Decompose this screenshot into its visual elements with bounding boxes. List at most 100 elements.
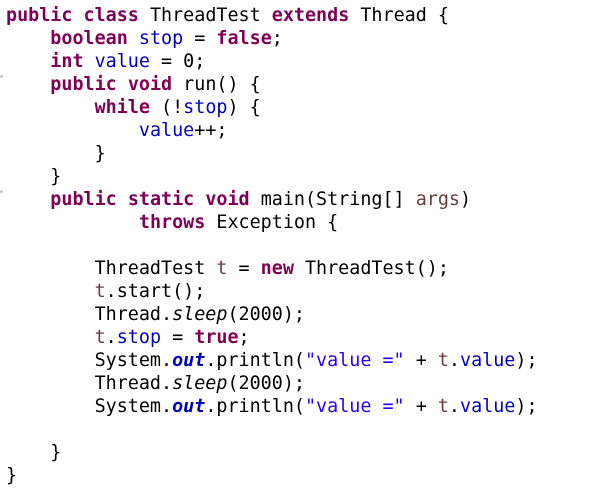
fold-marker-icon[interactable] xyxy=(0,190,3,193)
code-line[interactable]: ​ xyxy=(6,234,538,257)
keyword-token: true xyxy=(194,327,239,348)
field-token: stop xyxy=(116,327,162,348)
plain-token: run() { xyxy=(172,74,261,95)
plain-token: .start(); xyxy=(105,281,206,302)
plain-token: + xyxy=(404,350,438,371)
variable-token: args xyxy=(415,189,461,210)
code-line[interactable]: value++; xyxy=(6,119,538,142)
field-token: value xyxy=(94,51,150,72)
keyword-token: boolean xyxy=(50,28,128,49)
code-editor[interactable]: public class ThreadTest extends Thread {… xyxy=(0,0,611,494)
string-token: "value =" xyxy=(304,396,405,417)
code-line[interactable]: System.out.println("value =" + t.value); xyxy=(6,395,538,418)
plain-token: } xyxy=(6,465,18,486)
plain-token: main(String[] xyxy=(249,189,416,210)
plain-token: ); xyxy=(515,350,538,371)
field-token: value xyxy=(460,350,516,371)
plain-token: . xyxy=(448,396,460,417)
plain-token: } xyxy=(6,166,62,187)
keyword-token: int xyxy=(50,51,84,72)
code-line[interactable]: ThreadTest t = new ThreadTest(); xyxy=(6,257,538,280)
plain-token: = xyxy=(183,28,217,49)
variable-token: t xyxy=(437,350,449,371)
keyword-token: extends xyxy=(271,5,350,26)
static-field-token: out xyxy=(172,396,206,417)
code-line[interactable]: boolean stop = false; xyxy=(6,27,538,50)
variable-token: t xyxy=(437,396,449,417)
plain-token: + xyxy=(404,396,438,417)
keyword-token: class xyxy=(83,5,139,26)
plain-token: Thread. xyxy=(6,373,173,394)
plain-token: . xyxy=(105,327,117,348)
code-line[interactable]: public class ThreadTest extends Thread { xyxy=(6,4,538,27)
plain-token: = xyxy=(227,258,261,279)
plain-token: } xyxy=(6,143,106,164)
field-token: value xyxy=(460,396,516,417)
field-token: stop xyxy=(138,28,184,49)
code-line[interactable]: } xyxy=(6,441,538,464)
plain-token: Thread { xyxy=(349,5,449,26)
plain-token: ; xyxy=(238,327,250,348)
plain-token: (2000); xyxy=(227,373,305,394)
plain-token: (! xyxy=(149,97,184,118)
code-line[interactable]: } xyxy=(6,165,538,188)
code-line[interactable]: public static void main(String[] args) xyxy=(6,188,538,211)
code-line[interactable]: t.stop = true; xyxy=(6,326,538,349)
plain-token: ThreadTest xyxy=(138,5,272,26)
plain-token: ) { xyxy=(227,97,261,118)
plain-token: System. xyxy=(6,350,173,371)
code-line[interactable]: Thread.sleep(2000); xyxy=(6,303,538,326)
plain-token: ++; xyxy=(194,120,228,141)
keyword-token: public xyxy=(6,5,73,26)
code-line[interactable]: ​ xyxy=(6,418,538,441)
code-line[interactable]: public void run() { xyxy=(6,73,538,96)
keyword-token: public xyxy=(50,189,117,210)
code-line[interactable]: t.start(); xyxy=(6,280,538,303)
fold-marker-icon[interactable] xyxy=(0,75,3,78)
keyword-token: void xyxy=(205,189,250,210)
field-token: value xyxy=(138,120,195,141)
plain-token: .println( xyxy=(205,350,305,371)
keyword-token: false xyxy=(216,28,272,49)
static-method-token: sleep xyxy=(172,304,228,325)
keyword-token: static xyxy=(127,189,195,210)
source-code[interactable]: public class ThreadTest extends Thread {… xyxy=(6,4,538,487)
plain-token: . xyxy=(448,350,460,371)
plain-token: = xyxy=(161,327,195,348)
field-token: stop xyxy=(183,97,228,118)
variable-token: t xyxy=(94,327,106,348)
variable-token: t xyxy=(216,258,228,279)
plain-token: ThreadTest xyxy=(6,258,217,279)
plain-token: ); xyxy=(515,396,538,417)
plain-token: Exception { xyxy=(205,212,339,233)
static-method-token: sleep xyxy=(172,373,228,394)
keyword-token: public xyxy=(50,74,117,95)
keyword-token: while xyxy=(94,97,150,118)
code-line[interactable]: Thread.sleep(2000); xyxy=(6,372,538,395)
code-line[interactable]: throws Exception { xyxy=(6,211,538,234)
plain-token: } xyxy=(6,442,62,463)
code-line[interactable]: int value = 0; xyxy=(6,50,538,73)
plain-token: System. xyxy=(6,396,173,417)
plain-token: = 0; xyxy=(149,51,206,72)
code-line[interactable]: while (!stop) { xyxy=(6,96,538,119)
plain-token: .println( xyxy=(205,396,305,417)
string-token: "value =" xyxy=(304,350,405,371)
plain-token: ThreadTest(); xyxy=(293,258,449,279)
code-line[interactable]: } xyxy=(6,464,538,487)
code-line[interactable]: } xyxy=(6,142,538,165)
code-line[interactable]: System.out.println("value =" + t.value); xyxy=(6,349,538,372)
